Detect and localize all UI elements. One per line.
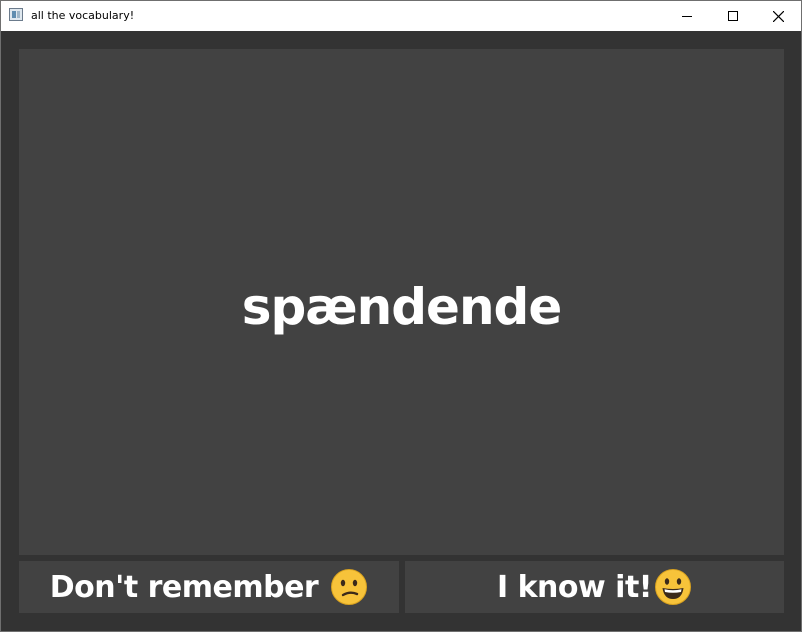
app-icon (9, 8, 23, 21)
dont-remember-button[interactable]: Don't remember (19, 561, 399, 613)
close-button[interactable] (755, 1, 801, 31)
vocabulary-word: spændende (241, 278, 563, 336)
minimize-icon (682, 16, 692, 17)
maximize-icon (728, 11, 738, 21)
grinning-face-icon (655, 569, 691, 605)
close-icon (773, 11, 784, 22)
flashcard: spændende (19, 49, 784, 555)
minimize-button[interactable] (664, 1, 710, 31)
app-window: all the vocabulary! spændende Don't reme… (0, 0, 802, 632)
dont-remember-label: Don't remember (49, 569, 319, 605)
know-it-button[interactable]: I know it! (405, 561, 784, 613)
maximize-button[interactable] (710, 1, 756, 31)
confused-face-icon (331, 569, 368, 605)
title-bar[interactable]: all the vocabulary! (1, 1, 801, 31)
window-title: all the vocabulary! (31, 9, 135, 22)
know-it-label: I know it! (497, 569, 653, 605)
